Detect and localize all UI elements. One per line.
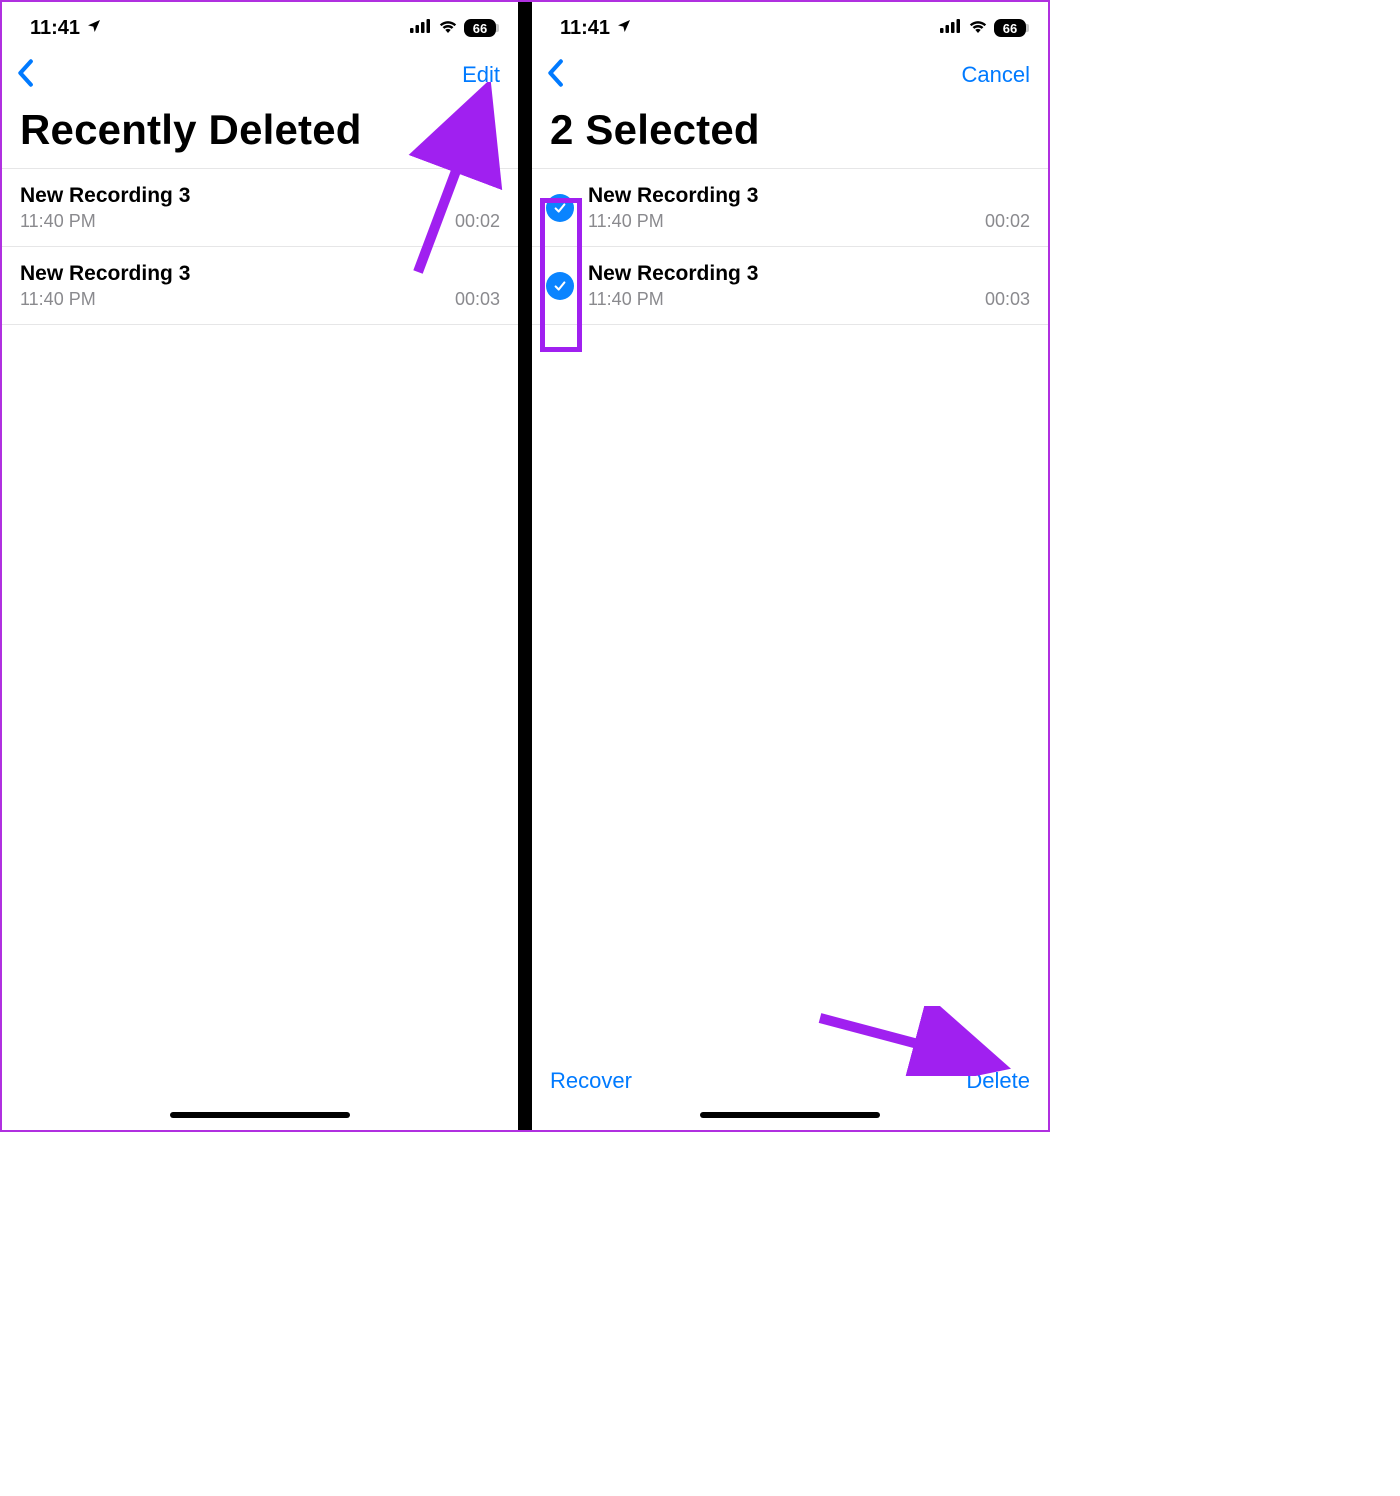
bottom-toolbar: Recover Delete [532,1052,1048,1106]
home-indicator[interactable] [2,1106,518,1130]
status-bar: 11:41 66 [2,2,518,48]
list-item[interactable]: New Recording 3 11:40 PM 00:03 [532,247,1048,325]
wifi-icon [968,19,988,38]
delete-button[interactable]: Delete [966,1068,1030,1094]
cellular-icon [940,19,962,38]
nav-bar: Edit [2,48,518,98]
recording-duration: 00:03 [455,289,500,310]
phone-right: 11:41 66 Cancel 2 Select [532,2,1048,1130]
nav-bar: Cancel [532,48,1048,98]
recordings-list: New Recording 3 11:40 PM 00:02 New Recor… [532,168,1048,325]
recording-time: 11:40 PM [20,211,96,232]
list-item[interactable]: New Recording 3 11:40 PM 00:03 [2,247,518,325]
recording-time: 11:40 PM [588,289,664,310]
cancel-button[interactable]: Cancel [956,62,1036,88]
list-item[interactable]: New Recording 3 11:40 PM 00:02 [532,169,1048,247]
recordings-list: New Recording 3 11:40 PM 00:02 New Recor… [2,168,518,325]
cellular-icon [410,19,432,38]
screenshot-divider [518,2,532,1130]
location-icon [616,17,632,40]
status-bar: 11:41 66 [532,2,1048,48]
home-indicator[interactable] [532,1106,1048,1130]
battery-icon: 66 [994,19,1026,37]
location-icon [86,17,102,40]
phone-left: 11:41 66 Edit Recently D [2,2,518,1130]
recording-title: New Recording 3 [588,262,1030,286]
list-item[interactable]: New Recording 3 11:40 PM 00:02 [2,169,518,247]
battery-icon: 66 [464,19,496,37]
recording-duration: 00:02 [985,211,1030,232]
recording-title: New Recording 3 [20,184,500,208]
recording-duration: 00:02 [455,211,500,232]
wifi-icon [438,19,458,38]
status-time: 11:41 [560,17,610,40]
recover-button[interactable]: Recover [550,1068,632,1094]
back-button[interactable] [8,59,42,92]
edit-button[interactable]: Edit [456,62,506,88]
page-title: Recently Deleted [2,98,518,168]
back-button[interactable] [538,59,572,92]
page-title: 2 Selected [532,98,1048,168]
recording-title: New Recording 3 [20,262,500,286]
recording-time: 11:40 PM [588,211,664,232]
checkmark-icon[interactable] [546,194,574,222]
checkmark-icon[interactable] [546,272,574,300]
recording-time: 11:40 PM [20,289,96,310]
recording-duration: 00:03 [985,289,1030,310]
status-time: 11:41 [30,17,80,40]
recording-title: New Recording 3 [588,184,1030,208]
